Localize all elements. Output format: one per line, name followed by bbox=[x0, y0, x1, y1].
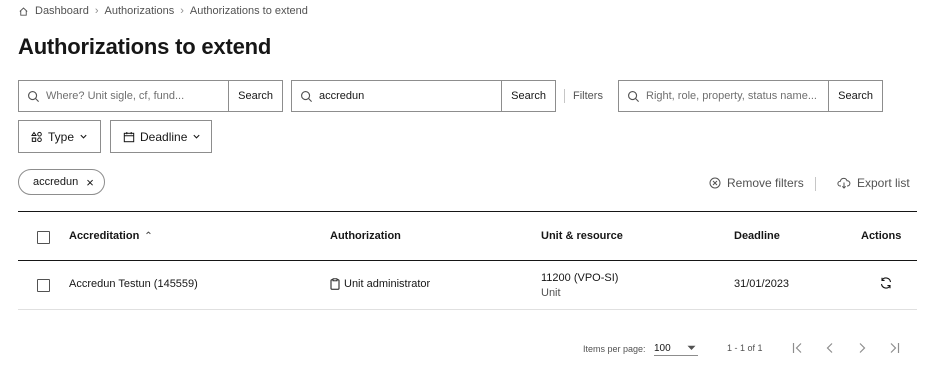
right-search-button[interactable]: Search bbox=[829, 81, 882, 111]
unit-search-group: Search bbox=[18, 80, 283, 112]
clipboard-icon bbox=[330, 278, 340, 290]
right-search-input[interactable] bbox=[646, 90, 829, 102]
cell-unit: 11200 (VPO-SI) bbox=[541, 272, 619, 284]
calendar-icon bbox=[123, 131, 135, 143]
next-page-icon[interactable] bbox=[854, 340, 870, 356]
refresh-icon[interactable] bbox=[879, 276, 893, 290]
last-page-icon[interactable] bbox=[886, 340, 902, 356]
export-list-label: Export list bbox=[857, 176, 910, 190]
caret-down-icon bbox=[687, 345, 696, 351]
chevron-down-icon bbox=[79, 132, 88, 141]
page-title: Authorizations to extend bbox=[18, 34, 272, 59]
row-checkbox[interactable] bbox=[37, 279, 50, 292]
right-search-group: Search bbox=[618, 80, 883, 112]
table-row: Accredun Testun (145559) Unit administra… bbox=[18, 261, 917, 310]
deadline-dropdown-label: Deadline bbox=[140, 129, 188, 144]
person-search-input[interactable] bbox=[319, 90, 502, 102]
breadcrumb-separator: › bbox=[94, 5, 99, 17]
chevron-down-icon bbox=[192, 132, 201, 141]
toolbar-divider bbox=[815, 177, 816, 191]
close-icon[interactable]: × bbox=[86, 176, 94, 189]
type-dropdown-label: Type bbox=[48, 129, 75, 144]
sort-ascending-icon: ⌃ bbox=[144, 231, 153, 242]
cell-authorization: Unit administrator bbox=[330, 278, 430, 290]
column-header-accreditation[interactable]: Accreditation ⌃ bbox=[69, 230, 153, 242]
breadcrumb-dashboard[interactable]: Dashboard bbox=[35, 5, 89, 17]
first-page-icon[interactable] bbox=[790, 340, 806, 356]
table-header: Accreditation ⌃ Authorization Unit & reso… bbox=[18, 211, 917, 261]
person-search-group: Search bbox=[291, 80, 556, 112]
type-dropdown[interactable]: Type bbox=[18, 120, 101, 153]
search-icon bbox=[27, 90, 40, 103]
breadcrumb: Dashboard › Authorizations › Authorizati… bbox=[18, 5, 308, 17]
filter-chip-label: accredun bbox=[33, 176, 79, 188]
cell-accreditation: Accredun Testun (145559) bbox=[69, 278, 198, 290]
pagination-range: 1 - 1 of 1 bbox=[727, 343, 763, 353]
items-per-page-value: 100 bbox=[654, 342, 671, 354]
cell-unit-resource: 11200 (VPO-SI) Unit bbox=[541, 271, 618, 301]
home-icon bbox=[18, 6, 29, 17]
remove-filters-button[interactable]: Remove filters bbox=[709, 176, 804, 190]
column-header-deadline: Deadline bbox=[734, 230, 780, 242]
breadcrumb-current: Authorizations to extend bbox=[189, 5, 308, 17]
breadcrumb-authorizations[interactable]: Authorizations bbox=[105, 5, 175, 17]
cell-authorization-label: Unit administrator bbox=[344, 278, 431, 290]
cell-resource: Unit bbox=[541, 287, 561, 299]
items-per-page-select[interactable]: 100 bbox=[654, 341, 698, 356]
right-search-field bbox=[619, 81, 830, 111]
column-header-accreditation-label: Accreditation bbox=[69, 230, 140, 242]
previous-page-icon[interactable] bbox=[822, 340, 838, 356]
person-search-button[interactable]: Search bbox=[502, 81, 555, 111]
column-header-actions: Actions bbox=[861, 230, 902, 242]
select-all-checkbox[interactable] bbox=[37, 231, 50, 244]
column-header-authorization: Authorization bbox=[330, 230, 401, 242]
column-header-unit-resource: Unit & resource bbox=[541, 230, 623, 242]
cell-deadline: 31/01/2023 bbox=[734, 278, 790, 290]
unit-search-input[interactable] bbox=[46, 90, 229, 102]
authorizations-table: Accreditation ⌃ Authorization Unit & reso… bbox=[18, 211, 917, 310]
cloud-download-icon bbox=[837, 177, 851, 189]
pagination: Items per page: 100 1 - 1 of 1 bbox=[0, 340, 939, 360]
search-icon bbox=[300, 90, 313, 103]
shapes-icon bbox=[31, 131, 43, 143]
person-search-field bbox=[292, 81, 503, 111]
unit-search-button[interactable]: Search bbox=[229, 81, 282, 111]
unit-search-field bbox=[19, 81, 230, 111]
filter-chip: accredun × bbox=[18, 169, 105, 195]
export-list-button[interactable]: Export list bbox=[837, 176, 910, 190]
items-per-page-label: Items per page: bbox=[583, 344, 646, 354]
breadcrumb-separator: › bbox=[180, 5, 184, 17]
filters-label: Filters bbox=[564, 89, 603, 103]
deadline-dropdown[interactable]: Deadline bbox=[110, 120, 212, 153]
remove-filters-label: Remove filters bbox=[727, 176, 804, 190]
search-icon bbox=[627, 90, 640, 103]
close-circle-icon bbox=[709, 177, 721, 189]
